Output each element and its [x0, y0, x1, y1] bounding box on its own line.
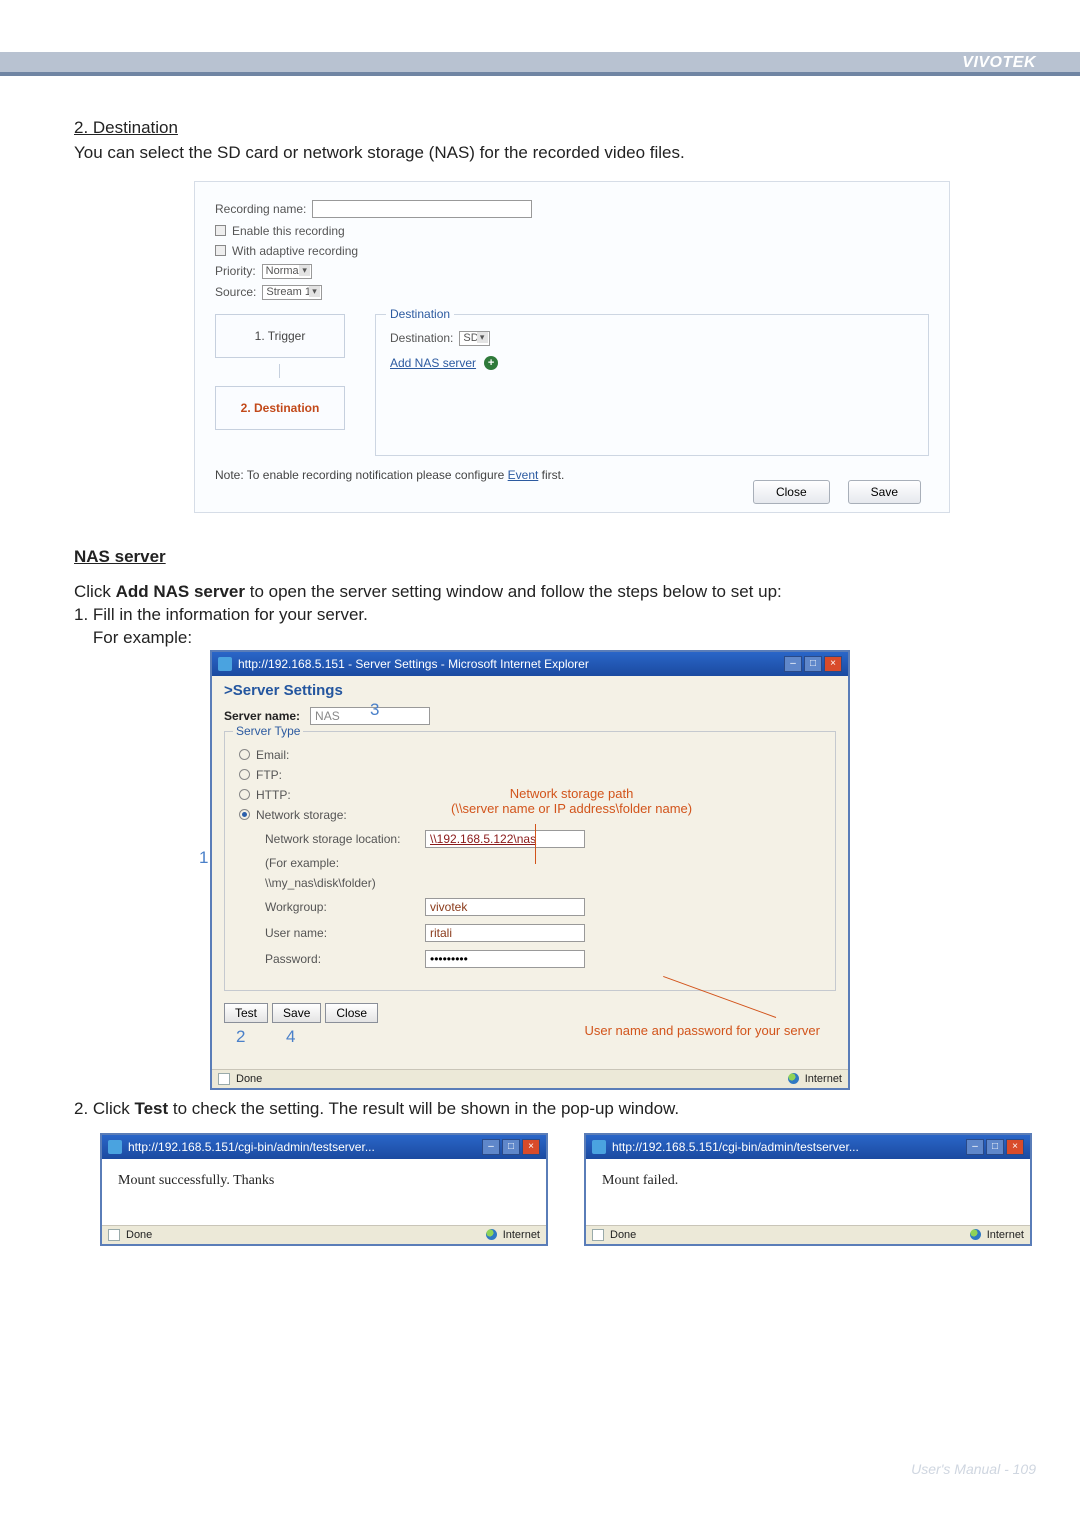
opt-ftp-label: FTP: — [256, 768, 282, 782]
page-footer: User's Manual - 109 — [911, 1461, 1036, 1477]
opt-ns-label: Network storage: — [256, 808, 347, 822]
badge-2: 2 — [236, 1027, 245, 1047]
close-icon[interactable]: × — [522, 1139, 540, 1155]
server-type-group: Server Type Email: FTP: HTTP: Network st… — [224, 731, 836, 991]
badge-1: 1 — [199, 848, 208, 868]
popup-success-text: Mount successfully. Thanks — [102, 1159, 546, 1225]
radio-email[interactable] — [239, 749, 250, 760]
radio-http[interactable] — [239, 789, 250, 800]
ns-location-input[interactable] — [425, 830, 585, 848]
opt-email-label: Email: — [256, 748, 289, 762]
status-done: Done — [126, 1229, 152, 1241]
destination-select[interactable]: SD — [459, 331, 489, 346]
recording-name-label: Recording name: — [215, 202, 306, 216]
close-button[interactable]: Close — [753, 480, 830, 504]
internet-zone-icon — [970, 1229, 981, 1240]
internet-zone-icon — [788, 1073, 799, 1084]
popup-title: http://192.168.5.151/cgi-bin/admin/tests… — [612, 1140, 859, 1154]
ie-page-icon — [108, 1229, 120, 1241]
username-label: User name: — [265, 926, 415, 940]
ie-logo-icon — [218, 657, 232, 671]
destination-panel: Destination Destination:SD Add NAS serve… — [375, 314, 929, 456]
priority-label: Priority: — [215, 264, 256, 278]
password-input[interactable] — [425, 950, 585, 968]
step2-line: 2. Click Test to check the setting. The … — [74, 1098, 1036, 1121]
nas-server-heading: NAS server — [74, 547, 1036, 567]
nas-instruction-line: Click Add NAS server to open the server … — [74, 581, 1036, 604]
popup-title: http://192.168.5.151/cgi-bin/admin/tests… — [128, 1140, 375, 1154]
adaptive-recording-label: With adaptive recording — [232, 244, 358, 258]
workgroup-input[interactable] — [425, 898, 585, 916]
popup-success: http://192.168.5.151/cgi-bin/admin/tests… — [100, 1133, 548, 1246]
radio-ftp[interactable] — [239, 769, 250, 780]
server-settings-heading: >Server Settings — [224, 682, 836, 699]
ie-logo-icon — [592, 1140, 606, 1154]
wizard-step-trigger[interactable]: 1. Trigger — [215, 314, 345, 358]
status-internet: Internet — [987, 1229, 1024, 1241]
callout-path-1: Network storage path — [510, 786, 634, 801]
ie-status-done: Done — [236, 1073, 262, 1085]
badge-4: 4 — [286, 1027, 295, 1047]
recording-name-input[interactable] — [312, 200, 532, 218]
minimize-icon[interactable]: – — [966, 1139, 984, 1155]
section-intro: You can select the SD card or network st… — [74, 142, 1036, 165]
minimize-icon[interactable]: – — [482, 1139, 500, 1155]
ie-close-button[interactable]: Close — [325, 1003, 378, 1023]
server-type-legend: Server Type — [233, 724, 303, 738]
status-done: Done — [610, 1229, 636, 1241]
ie-page-icon — [592, 1229, 604, 1241]
ie-save-button[interactable]: Save — [272, 1003, 321, 1023]
popup-fail-text: Mount failed. — [586, 1159, 1030, 1225]
enable-recording-checkbox[interactable] — [215, 225, 226, 236]
server-name-label: Server name: — [224, 709, 300, 723]
popup-fail: http://192.168.5.151/cgi-bin/admin/tests… — [584, 1133, 1032, 1246]
save-button[interactable]: Save — [848, 480, 921, 504]
adaptive-recording-checkbox[interactable] — [215, 245, 226, 256]
test-button[interactable]: Test — [224, 1003, 268, 1023]
ie-logo-icon — [108, 1140, 122, 1154]
ie-status-internet: Internet — [805, 1073, 842, 1085]
ns-example-2: \\my_nas\disk\folder) — [265, 876, 821, 890]
maximize-icon[interactable]: □ — [804, 656, 822, 672]
ns-example-1: (For example: — [265, 856, 821, 870]
step1-line: 1. Fill in the information for your serv… — [74, 604, 1036, 627]
event-link[interactable]: Event — [508, 468, 539, 482]
brand-label: VIVOTEK — [962, 54, 1036, 72]
username-input[interactable] — [425, 924, 585, 942]
maximize-icon[interactable]: □ — [986, 1139, 1004, 1155]
destination-label: Destination: — [390, 331, 453, 345]
wizard-step-destination[interactable]: 2. Destination — [215, 386, 345, 430]
screenshot-recording-settings: Recording name: Enable this recording Wi… — [194, 181, 950, 513]
source-label: Source: — [215, 285, 256, 299]
ie-window-title: http://192.168.5.151 - Server Settings -… — [238, 657, 589, 671]
example-line: For example: — [74, 627, 1036, 650]
maximize-icon[interactable]: □ — [502, 1139, 520, 1155]
minimize-icon[interactable]: – — [784, 656, 802, 672]
source-select[interactable]: Stream 1 — [262, 285, 322, 300]
callout-credentials: User name and password for your server — [584, 1023, 820, 1038]
section-heading-destination: 2. Destination — [74, 118, 1036, 138]
radio-network-storage[interactable] — [239, 809, 250, 820]
ie-page-icon — [218, 1073, 230, 1085]
ns-location-label: Network storage location: — [265, 832, 415, 846]
priority-select[interactable]: Normal — [262, 264, 312, 279]
badge-3: 3 — [370, 700, 379, 720]
close-icon[interactable]: × — [1006, 1139, 1024, 1155]
enable-recording-label: Enable this recording — [232, 224, 345, 238]
password-label: Password: — [265, 952, 415, 966]
callout-path-2: (\\server name or IP address\folder name… — [451, 801, 692, 816]
ie-server-settings-window: http://192.168.5.151 - Server Settings -… — [210, 650, 850, 1090]
opt-http-label: HTTP: — [256, 788, 291, 802]
close-icon[interactable]: × — [824, 656, 842, 672]
destination-legend: Destination — [386, 307, 454, 321]
workgroup-label: Workgroup: — [265, 900, 415, 914]
status-internet: Internet — [503, 1229, 540, 1241]
add-icon[interactable]: + — [484, 356, 498, 370]
internet-zone-icon — [486, 1229, 497, 1240]
add-nas-server-link[interactable]: Add NAS server — [390, 356, 476, 370]
